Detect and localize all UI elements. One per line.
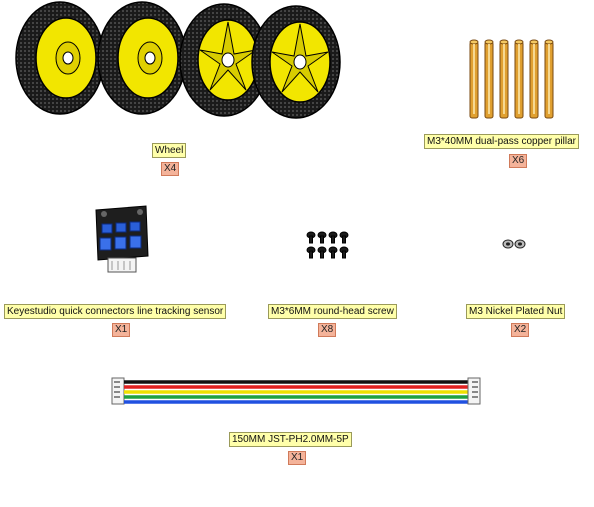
part-qty-wheel: X4 (161, 162, 180, 176)
nut-icon (514, 239, 526, 249)
part-label-line-tracking-sensor: Keyestudio quick connectors line trackin… (4, 304, 227, 319)
screws-illustration (306, 231, 349, 259)
part-qty-screw: X8 (318, 323, 337, 337)
copper-pillars-illustration (469, 39, 554, 119)
part-label-nut: M3 Nickel Plated Nut (466, 304, 566, 319)
nut-icon (502, 239, 514, 249)
part-label-jst-cable: 150MM JST-PH2.0MM-5P (229, 432, 352, 447)
wheel-icon (15, 1, 105, 115)
line-tracking-sensor-illustration (95, 205, 149, 273)
copper-pillar-icon (484, 39, 494, 119)
copper-pillar-icon (544, 39, 554, 119)
copper-pillar-icon (469, 39, 479, 119)
copper-pillar-icon (529, 39, 539, 119)
part-qty-nut: X2 (511, 323, 530, 337)
nuts-illustration (502, 239, 526, 249)
wheel-icon (97, 1, 187, 115)
part-label-screw: M3*6MM round-head screw (268, 304, 397, 319)
jst-cable-illustration (111, 377, 481, 405)
parts-list-sheet: Wheel X4 M3*40MM dual-pass copper pillar… (0, 0, 594, 507)
cable-wires (124, 380, 468, 404)
part-qty-jst-cable: X1 (288, 451, 307, 465)
copper-pillar-icon (514, 39, 524, 119)
part-qty-copper-pillar: X6 (509, 154, 528, 168)
part-label-wheel: Wheel (152, 143, 187, 158)
part-label-copper-pillar: M3*40MM dual-pass copper pillar (424, 134, 579, 149)
part-qty-line-tracking-sensor: X1 (112, 323, 131, 337)
copper-pillar-icon (499, 39, 509, 119)
wheels-illustration (15, 1, 341, 119)
wheel-icon (251, 5, 341, 119)
